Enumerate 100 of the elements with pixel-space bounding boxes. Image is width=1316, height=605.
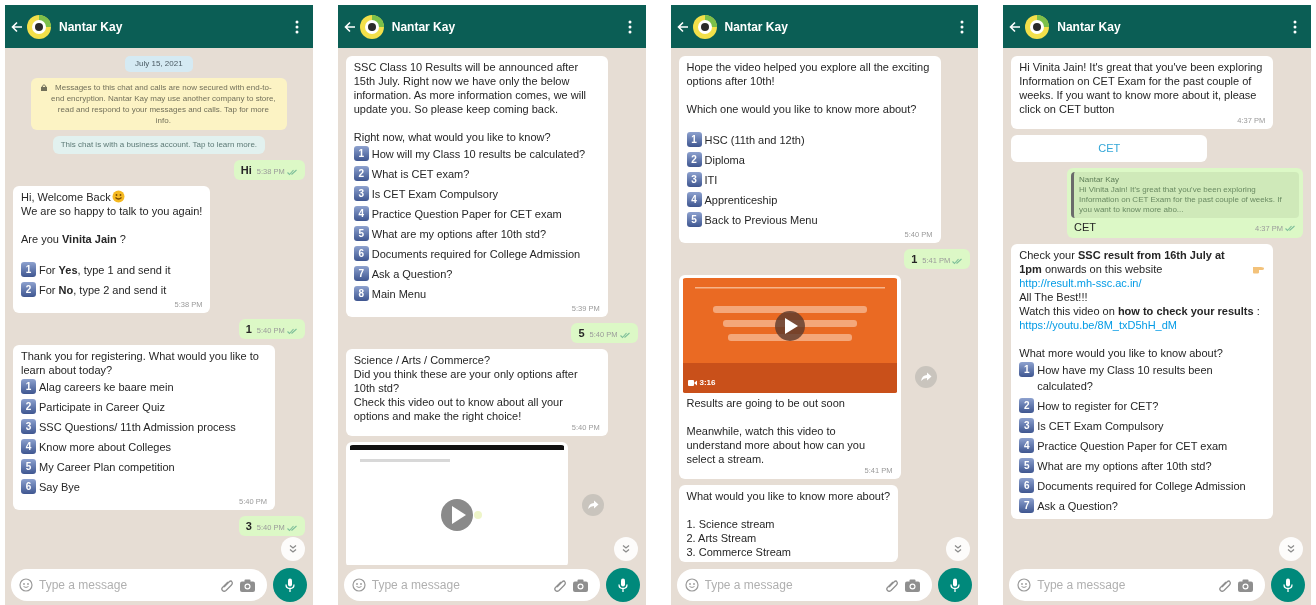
emoji-icon[interactable] (351, 578, 366, 592)
paperclip-icon[interactable] (219, 578, 234, 592)
message-field[interactable]: Type a message (11, 569, 267, 601)
option-text: Practice Question Paper for CET exam (371, 207, 562, 222)
number-badge: 2 (353, 166, 369, 181)
forward-icon[interactable] (914, 366, 937, 388)
menu-icon[interactable] (1293, 19, 1297, 34)
double-check-icon (286, 327, 298, 335)
option-text: SSC Questions/ 11th Admission process (39, 420, 236, 435)
option-text: Documents required for College Admission (371, 247, 581, 262)
paperclip-icon[interactable] (552, 578, 567, 592)
message-text: 2. Arts Stream (686, 531, 757, 545)
double-chevron-icon (1286, 544, 1296, 554)
quote-text: Hi Vinita Jain! It's great that you've been exploring Information on CET Exam for the past couple of weeks. If you want to know more abo... (1079, 184, 1283, 215)
back-icon[interactable] (676, 20, 689, 33)
forward-icon[interactable] (581, 494, 604, 516)
back-icon[interactable] (343, 20, 356, 33)
message-text: What would you like to know more about? (686, 489, 891, 503)
number-badge: 5 (21, 459, 36, 474)
smiley-icon (111, 190, 125, 203)
emoji-icon[interactable] (684, 578, 699, 592)
number-badge: 1 (686, 132, 702, 147)
double-chevron-icon (953, 544, 964, 554)
mic-button[interactable] (272, 568, 307, 602)
option-text: My Career Plan competition (39, 460, 175, 475)
message-field[interactable]: Type a message (1009, 569, 1265, 601)
message-text: 3. Commerce Stream (686, 545, 792, 559)
emoji-icon[interactable] (19, 578, 33, 592)
message-text: Which one would you like to know more about? (686, 102, 917, 116)
option-text: For No, type 2 and send it (39, 283, 167, 298)
contact-name[interactable]: Nantar Kay (1057, 17, 1121, 36)
camera-icon[interactable] (905, 578, 921, 592)
microphone-icon (1283, 577, 1293, 593)
contact-name[interactable]: Nantar Kay (724, 17, 788, 36)
menu-icon[interactable] (294, 19, 299, 34)
option-text: Diploma (704, 153, 745, 168)
paperclip-icon[interactable] (1218, 578, 1232, 592)
option-text: What are my options after 10th std? (1037, 458, 1212, 474)
camera-icon[interactable] (572, 578, 588, 592)
message-input-field[interactable]: Type a message (371, 576, 547, 594)
mic-button[interactable] (1271, 568, 1305, 602)
avatar-icon[interactable] (1024, 13, 1051, 40)
paperclip-icon[interactable] (885, 578, 900, 592)
scroll-down-button[interactable] (280, 537, 305, 561)
option-text: Apprenticeship (704, 193, 778, 208)
message-text: CET (1074, 219, 1096, 234)
option-text: Say Bye (39, 480, 80, 495)
message-text: Hi Vinita Jain! It's great that you've been exploring Information on CET Exam for the past couple of weeks. If you want to know more about it, please click on CET button (1019, 60, 1264, 116)
number-badge: 6 (21, 479, 36, 494)
menu-icon[interactable] (627, 19, 632, 34)
number-badge: 8 (353, 286, 369, 301)
scroll-down-button[interactable] (946, 537, 971, 561)
message-text: 5 (578, 326, 585, 340)
message-input-field[interactable]: Type a message (1037, 576, 1212, 594)
message-text: Right now, what would you like to know? (353, 130, 551, 144)
contact-name[interactable]: Nantar Kay (59, 17, 123, 36)
microphone-icon (950, 577, 961, 593)
message-text: Hope the video helped you explore all the exciting options after 10th! (686, 60, 931, 88)
number-badge: 2 (21, 399, 36, 414)
number-badge: 7 (1019, 497, 1035, 513)
info-banner[interactable]: This chat is with a business account. Tap to learn more. (52, 136, 266, 154)
number-badge: 2 (1019, 397, 1035, 413)
contact-name[interactable]: Nantar Kay (391, 17, 456, 36)
number-badge: 5 (1019, 457, 1035, 473)
double-check-icon (286, 524, 298, 532)
message-text: What more would you like to know about? (1019, 345, 1223, 360)
mic-button[interactable] (605, 568, 640, 602)
option-text: Is CET Exam Compulsory (1037, 418, 1164, 434)
message-text: Hi, Welcome Back (21, 190, 111, 204)
number-badge: 4 (686, 192, 702, 207)
mic-button[interactable] (938, 568, 973, 602)
option-text: How will my Class 10 results be calculated? (371, 147, 586, 162)
message-field[interactable]: Type a message (343, 569, 600, 601)
message-text: Watch this video on how to check your results : https://youtu.be/8M_txD5hH_dM (1019, 303, 1261, 332)
message-field[interactable]: Type a message (676, 569, 933, 601)
number-badge: 3 (1019, 417, 1035, 433)
scroll-down-button[interactable] (613, 537, 638, 561)
menu-icon[interactable] (960, 19, 965, 34)
message-input-field[interactable]: Type a message (704, 576, 880, 594)
message-text: Did you think these are your only options after 10th std? (353, 367, 579, 395)
avatar-icon[interactable] (358, 13, 385, 40)
camera-icon[interactable] (239, 578, 255, 592)
camera-icon[interactable] (1238, 578, 1253, 592)
avatar-icon[interactable] (26, 13, 52, 40)
number-badge: 1 (21, 262, 36, 277)
number-badge: 5 (686, 212, 702, 227)
video-camera-icon (687, 380, 697, 386)
option-text: ITI (704, 173, 718, 188)
avatar-icon[interactable] (691, 13, 718, 40)
back-icon[interactable] (1009, 20, 1022, 33)
emoji-icon[interactable] (1017, 578, 1032, 592)
option-text: Is CET Exam Compulsory (371, 187, 499, 202)
message-text: Check your SSC result from 16th July at 1pm onwards on this website (1019, 247, 1226, 276)
option-text: Participate in Career Quiz (39, 400, 165, 415)
option-text: HSC (11th and 12th) (704, 133, 805, 148)
number-badge: 4 (353, 206, 369, 221)
double-check-icon (619, 331, 631, 339)
scroll-down-button[interactable] (1279, 537, 1303, 561)
message-input-field[interactable]: Type a message (39, 576, 214, 594)
back-icon[interactable] (11, 20, 23, 33)
